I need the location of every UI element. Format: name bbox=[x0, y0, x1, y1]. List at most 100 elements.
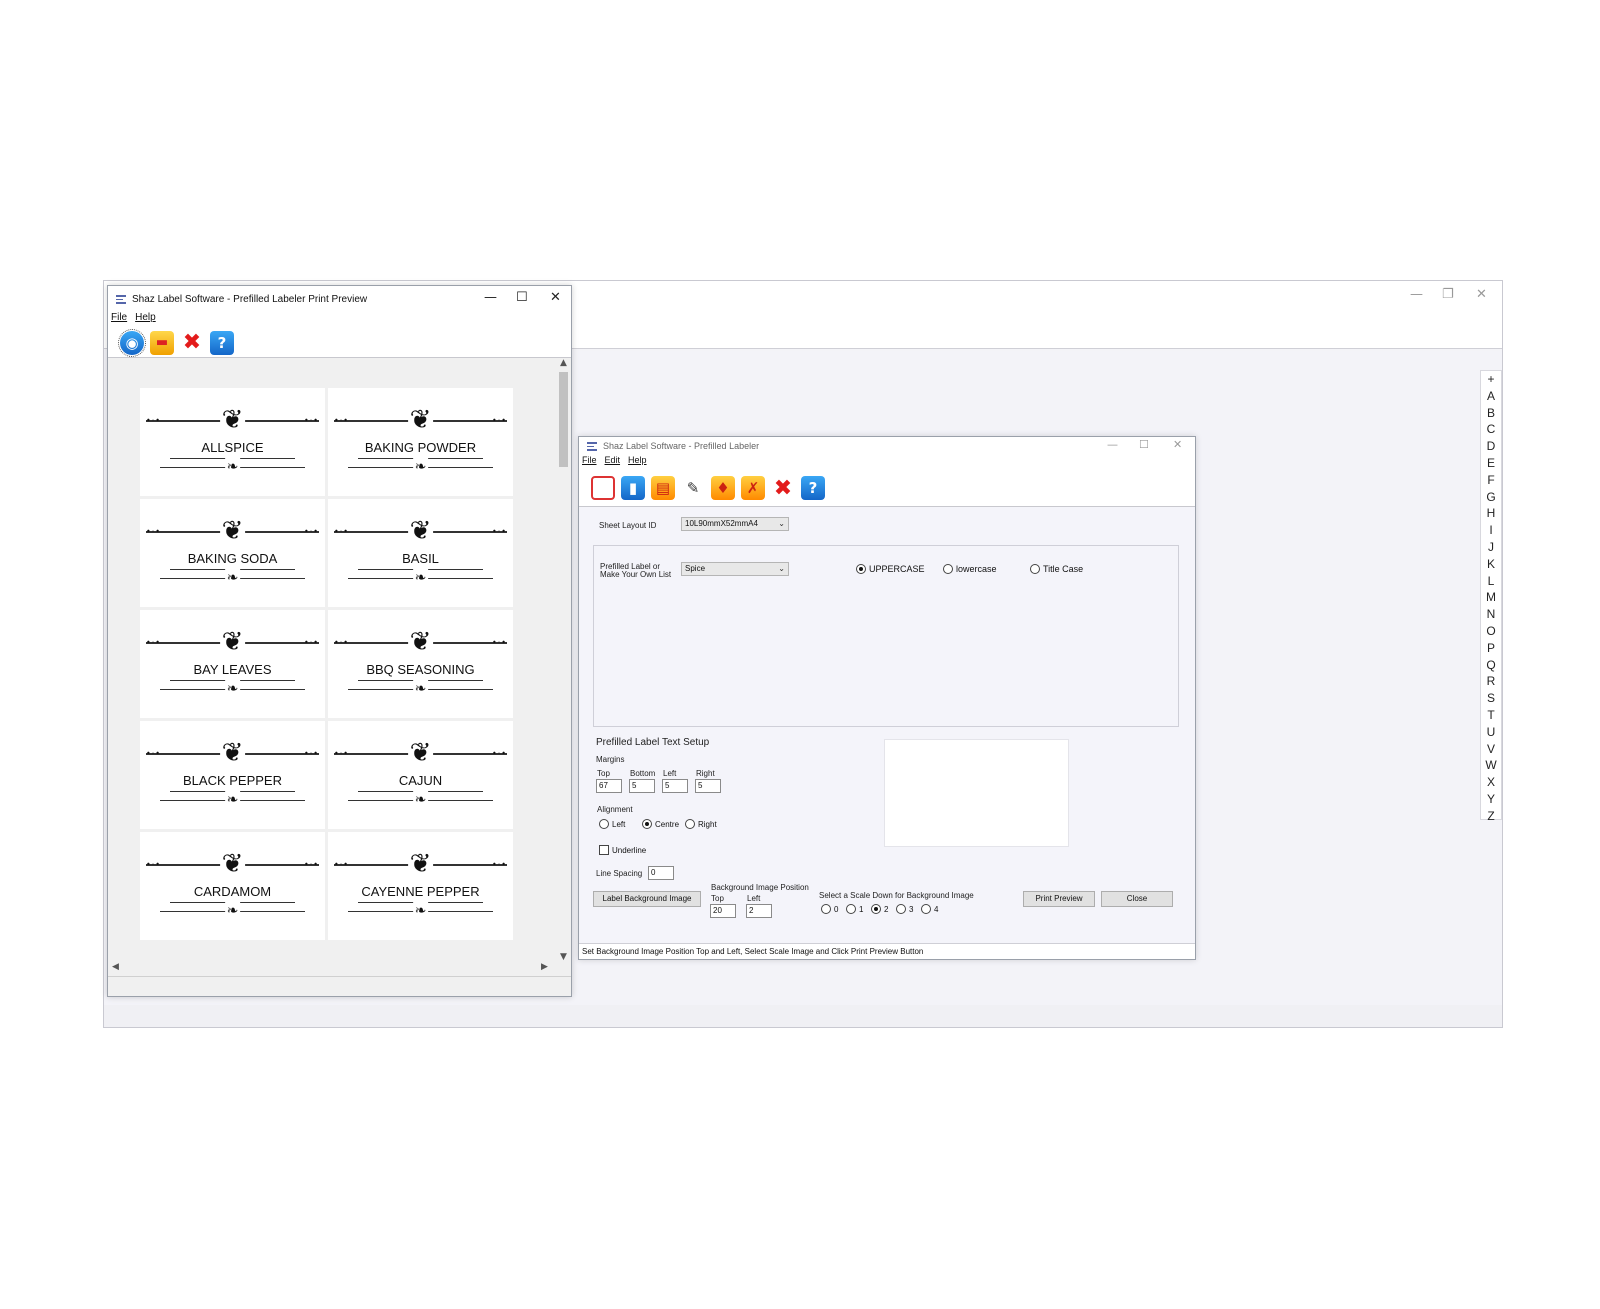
radio-align-centre[interactable]: Centre bbox=[642, 819, 679, 829]
alphabet-item-h[interactable]: H bbox=[1481, 505, 1501, 522]
sheet-layout-select[interactable]: 10L90mmX52mmA4 ⌄ bbox=[681, 517, 789, 531]
alphabet-item-b[interactable]: B bbox=[1481, 405, 1501, 422]
label-card: •·• •·• ❦ CAYENNE PEPPER ❧ bbox=[328, 832, 513, 940]
scroll-thumb[interactable] bbox=[559, 372, 568, 467]
radio-dot bbox=[896, 904, 906, 914]
help-icon[interactable]: ? bbox=[801, 476, 825, 500]
brush-icon[interactable]: ✎ bbox=[681, 476, 705, 500]
scroll-up-icon[interactable]: ▲ bbox=[556, 358, 571, 368]
label-text: BBQ SEASONING bbox=[366, 662, 475, 677]
alphabet-item-p[interactable]: P bbox=[1481, 640, 1501, 657]
main-statusbar bbox=[104, 1005, 1502, 1027]
minimize-button[interactable]: — bbox=[1107, 438, 1118, 451]
balloon-icon[interactable]: ♦ bbox=[711, 476, 735, 500]
alphabet-item-c[interactable]: C bbox=[1481, 421, 1501, 438]
alphabet-item-g[interactable]: G bbox=[1481, 489, 1501, 506]
margin-bottom-input[interactable]: 5 bbox=[629, 779, 655, 793]
scroll-right-icon[interactable]: ▶ bbox=[541, 962, 548, 972]
label-background-image-button[interactable]: Label Background Image bbox=[593, 891, 701, 907]
help-icon[interactable]: ? bbox=[210, 330, 234, 355]
alphabet-item-o[interactable]: O bbox=[1481, 623, 1501, 640]
balloon-delete-icon[interactable]: ✗ bbox=[741, 476, 765, 500]
scroll-down-icon[interactable]: ▼ bbox=[556, 952, 571, 962]
labeler-titlebar: Shaz Label Software - Prefilled Labeler … bbox=[579, 437, 1195, 455]
margin-right-label: Right bbox=[696, 769, 715, 778]
bg-top-input[interactable]: 20 bbox=[710, 904, 736, 918]
close-x-icon[interactable]: ✖ bbox=[180, 330, 204, 355]
close-button[interactable]: ✕ bbox=[550, 290, 561, 305]
close-x-icon[interactable]: ✖ bbox=[771, 476, 795, 501]
radio-lowercase[interactable]: lowercase bbox=[943, 564, 997, 574]
radio-align-right[interactable]: Right bbox=[685, 819, 717, 829]
prefilled-select[interactable]: Spice ⌄ bbox=[681, 562, 789, 576]
label-text: ALLSPICE bbox=[201, 440, 264, 455]
radio-align-left[interactable]: Left bbox=[599, 819, 625, 829]
radio-titlecase-label: Title Case bbox=[1043, 564, 1084, 574]
alphabet-item-n[interactable]: N bbox=[1481, 606, 1501, 623]
alphabet-item-l[interactable]: L bbox=[1481, 573, 1501, 590]
ornament-dots: •·• bbox=[492, 527, 507, 536]
print-preview-button[interactable]: Print Preview bbox=[1023, 891, 1095, 907]
globe-icon[interactable]: ◉ bbox=[118, 328, 146, 357]
alphabet-item-y[interactable]: Y bbox=[1481, 791, 1501, 808]
maximize-button[interactable]: ☐ bbox=[1139, 438, 1149, 451]
alphabet-item-j[interactable]: J bbox=[1481, 539, 1501, 556]
menu-edit[interactable]: Edit bbox=[605, 455, 621, 470]
label-card: •·• •·• ❦ CARDAMOM ❧ bbox=[140, 832, 325, 940]
scale-radio-3[interactable]: 3 bbox=[896, 904, 913, 914]
alphabet-item-u[interactable]: U bbox=[1481, 724, 1501, 741]
scale-radio-4[interactable]: 4 bbox=[921, 904, 938, 914]
alphabet-item-q[interactable]: Q bbox=[1481, 657, 1501, 674]
menu-help[interactable]: Help bbox=[135, 312, 156, 328]
menu-file[interactable]: File bbox=[582, 455, 597, 470]
alphabet-item-t[interactable]: T bbox=[1481, 707, 1501, 724]
ornament-dots: •·• bbox=[492, 749, 507, 758]
radio-uppercase[interactable]: UPPERCASE bbox=[856, 564, 925, 574]
close-dialog-button[interactable]: Close bbox=[1101, 891, 1173, 907]
menu-help[interactable]: Help bbox=[628, 455, 647, 470]
alphabet-item-plus[interactable]: + bbox=[1481, 371, 1501, 388]
maximize-button[interactable]: ☐ bbox=[516, 290, 528, 305]
minimize-button[interactable]: — bbox=[484, 290, 497, 305]
main-minimize-button[interactable]: — bbox=[1410, 287, 1423, 302]
alphabet-item-i[interactable]: I bbox=[1481, 522, 1501, 539]
document-icon[interactable]: ▤ bbox=[651, 476, 675, 500]
main-restore-button[interactable]: ❐ bbox=[1442, 287, 1454, 302]
margin-left-input[interactable]: 5 bbox=[662, 779, 688, 793]
scale-radio-2[interactable]: 2 bbox=[871, 904, 888, 914]
checkbox-box bbox=[599, 845, 609, 855]
vertical-scrollbar[interactable]: ▲ ▼ bbox=[556, 358, 571, 962]
scale-radio-1[interactable]: 1 bbox=[846, 904, 863, 914]
main-close-button[interactable]: ✕ bbox=[1476, 287, 1487, 302]
alphabet-item-v[interactable]: V bbox=[1481, 741, 1501, 758]
alphabet-item-z[interactable]: Z bbox=[1481, 808, 1501, 825]
line-spacing-input[interactable]: 0 bbox=[648, 866, 674, 880]
margin-right-input[interactable]: 5 bbox=[695, 779, 721, 793]
printer-icon[interactable]: ▬ bbox=[150, 330, 174, 355]
scale-radio-0[interactable]: 0 bbox=[821, 904, 838, 914]
margin-top-input[interactable]: 67 bbox=[596, 779, 622, 793]
bg-left-input[interactable]: 2 bbox=[746, 904, 772, 918]
underline-checkbox[interactable]: Underline bbox=[599, 845, 646, 855]
alphabet-item-s[interactable]: S bbox=[1481, 690, 1501, 707]
alphabet-item-r[interactable]: R bbox=[1481, 673, 1501, 690]
ornament-top: •·• •·• ❦ bbox=[334, 517, 507, 547]
close-button[interactable]: ✕ bbox=[1173, 438, 1182, 451]
print-preview-toolbar: ◉ ▬ ✖ ? bbox=[108, 328, 571, 358]
alphabet-item-x[interactable]: X bbox=[1481, 774, 1501, 791]
alphabet-item-f[interactable]: F bbox=[1481, 472, 1501, 489]
flourish-small-icon: ❧ bbox=[224, 680, 241, 698]
alphabet-item-d[interactable]: D bbox=[1481, 438, 1501, 455]
alphabet-item-m[interactable]: M bbox=[1481, 589, 1501, 606]
alphabet-item-k[interactable]: K bbox=[1481, 556, 1501, 573]
alphabet-item-w[interactable]: W bbox=[1481, 757, 1501, 774]
radio-titlecase[interactable]: Title Case bbox=[1030, 564, 1083, 574]
horizontal-scrollbar[interactable]: ◀ ▶ bbox=[108, 962, 556, 976]
app-icon bbox=[116, 294, 126, 304]
new-icon[interactable] bbox=[591, 476, 615, 500]
alphabet-item-e[interactable]: E bbox=[1481, 455, 1501, 472]
menu-file[interactable]: File bbox=[111, 312, 127, 328]
alphabet-item-a[interactable]: A bbox=[1481, 388, 1501, 405]
scroll-left-icon[interactable]: ◀ bbox=[112, 962, 119, 972]
layout-icon[interactable]: ▮ bbox=[621, 476, 645, 500]
